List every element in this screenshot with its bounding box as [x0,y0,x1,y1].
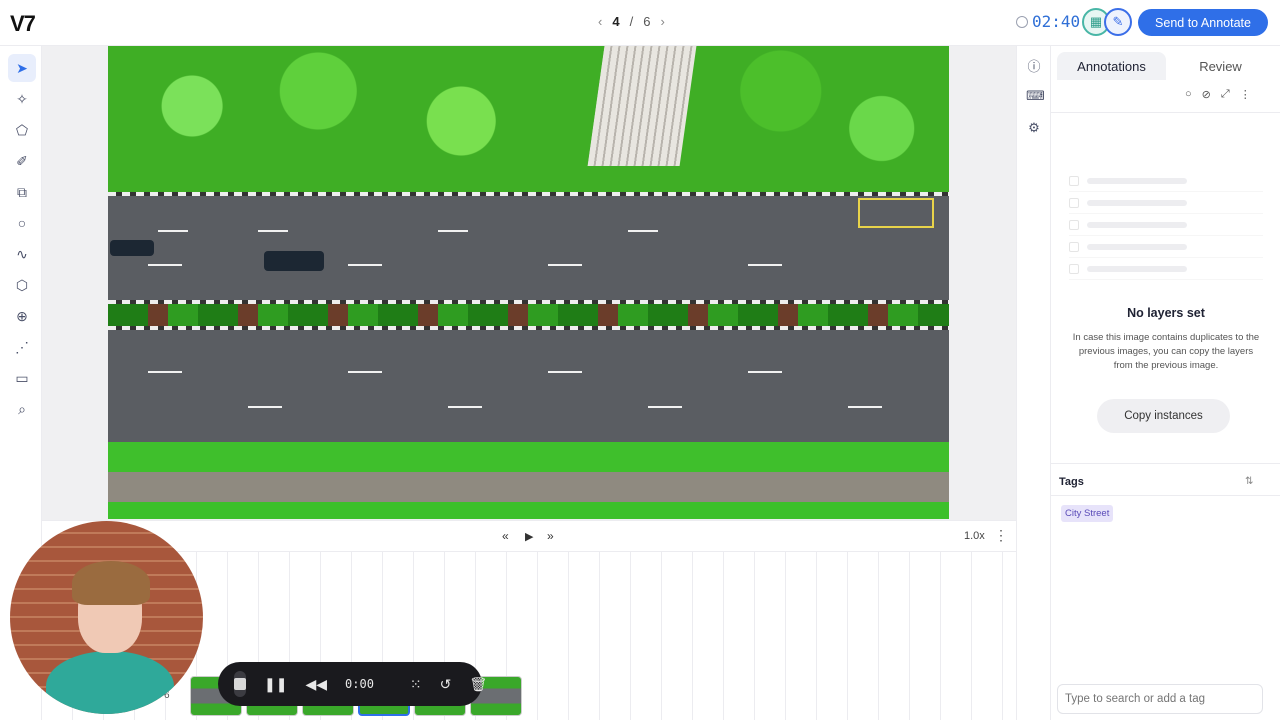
comment-tool-icon[interactable]: ▭ [8,364,36,392]
lane-mark [748,371,782,373]
divider [1051,112,1280,113]
presenter-body [46,651,174,714]
rewind-recording-icon[interactable]: ◀◀ [305,676,327,693]
lane-mark [158,230,188,232]
lane-mark [258,230,288,232]
tab-annotations[interactable]: Annotations [1057,52,1166,80]
keypoint-tool-icon[interactable]: ⊕ [8,302,36,330]
video-player-bar: « ▶ » 1.0x ⋮ [42,520,1016,552]
clock-icon [1016,15,1028,28]
v7-logo: V7 [10,11,36,36]
total-images: 6 [643,14,651,29]
lane-mark [348,371,382,373]
tags-heading: Tags [1059,476,1084,488]
empty-state-title: No layers set [1127,306,1205,320]
tab-review[interactable]: Review [1166,52,1275,80]
expand-icon[interactable]: ⤢ [1221,88,1230,101]
road-bottom [108,330,949,442]
pager-separator: / [629,14,634,29]
image-pager: ‹ 4 / 6 › [598,14,665,29]
more-options-icon[interactable]: ⋮ [994,527,1008,544]
lane-mark [628,230,658,232]
tree-canopy [108,46,949,196]
lane-mark [548,371,582,373]
lane-mark [148,264,182,266]
play-button[interactable]: ▶ [525,530,533,543]
skeleton-tool-icon[interactable]: ⋰ [8,333,36,361]
yellow-box-marking [858,198,934,228]
panel-more-icon[interactable]: ⋮ [1240,88,1251,101]
playback-speed[interactable]: 1.0x [964,530,985,542]
brush-tool-icon[interactable]: ✐ [8,147,36,175]
restart-icon[interactable]: ↺ [440,676,452,693]
lane-mark [148,371,182,373]
current-image-index: 4 [612,14,620,29]
select-all-icon[interactable]: ○ [1185,88,1192,101]
lane-mark [748,264,782,266]
divider [1051,495,1280,496]
fast-forward-button[interactable]: » [547,529,554,543]
car [110,240,154,256]
lane-mark [848,406,882,408]
sort-icon[interactable]: ⇅ [1245,476,1253,487]
trash-icon[interactable]: 🗑 [469,676,487,693]
bounding-box-tool-icon[interactable]: ⧉ [8,178,36,206]
sidewalk-greenery [108,442,949,519]
lane-mark [348,264,382,266]
lane-mark [548,264,582,266]
top-bar: V7 ‹ 4 / 6 › 02:40 ▦ ✎ Send to Annotate [0,0,1280,46]
grid-icon[interactable]: ⁙ [410,676,422,693]
cuboid-tool-icon[interactable]: ⬡ [8,271,36,299]
screen-recorder-controls: ❚❚ ◀◀ 0:00 ⁙ ↺ 🗑 [218,662,487,706]
empty-layers-illustration [1069,170,1263,286]
prev-image-icon[interactable]: ‹ [598,14,602,29]
annotator-avatar-icon[interactable]: ✎ [1104,8,1132,36]
lane-mark [248,406,282,408]
polyline-tool-icon[interactable]: ∿ [8,240,36,268]
auto-annotate-tool-icon[interactable]: ✧ [8,85,36,113]
panel-icon-strip: ⓘ ⌨ ⚙ [1016,46,1050,720]
image-canvas[interactable] [42,46,1016,520]
lane-mark [448,406,482,408]
lane-mark [438,230,468,232]
annotation-timer: 02:40 [1016,12,1080,31]
aerial-road-image[interactable] [108,46,949,519]
send-to-annotate-button[interactable]: Send to Annotate [1138,9,1268,36]
info-icon[interactable]: ⓘ [1026,56,1042,74]
cursor-tool-icon[interactable]: ➤ [8,54,36,82]
road-top [108,196,949,300]
tag-search-input[interactable] [1057,684,1263,714]
pause-recording-icon[interactable]: ❚❚ [264,676,287,693]
timer-value: 02:40 [1032,12,1081,31]
tag-chip[interactable]: City Street [1061,505,1114,522]
stop-icon [234,678,246,690]
webcam-overlay [10,521,203,714]
lane-mark [648,406,682,408]
building-roof [587,46,697,166]
polygon-tool-icon[interactable]: ⬠ [8,116,36,144]
stop-recording-button[interactable] [234,671,246,697]
next-image-icon[interactable]: › [660,14,664,29]
keyboard-icon[interactable]: ⌨ [1026,88,1045,104]
divider [1051,463,1280,464]
panel-tabs: Annotations Review [1057,52,1275,80]
copy-instances-button[interactable]: Copy instances [1097,399,1230,433]
panel-actions: ○ ⊘ ⤢ ⋮ [1185,88,1251,101]
rewind-button[interactable]: « [502,529,509,543]
zoom-tool-icon[interactable]: ⌕ [8,395,36,423]
ellipse-tool-icon[interactable]: ○ [8,209,36,237]
presenter-hair [72,561,150,605]
hide-icon[interactable]: ⊘ [1202,88,1211,101]
empty-state-description: In case this image contains duplicates t… [1072,332,1260,371]
recording-time: 0:00 [345,677,374,691]
settings-sliders-icon[interactable]: ⚙ [1026,120,1042,136]
annotations-panel: Annotations Review ○ ⊘ ⤢ ⋮ No layers set… [1050,46,1280,720]
car [264,251,324,271]
